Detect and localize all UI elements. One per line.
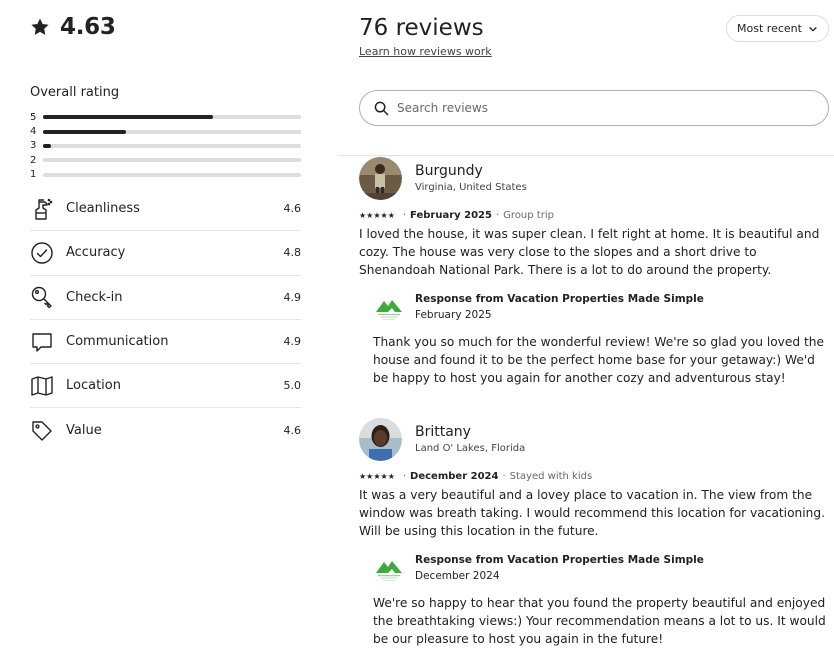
rating-bar-fill [43,143,51,148]
host-response-header: Response from Vacation Properties Made S… [373,293,829,324]
trip-type: Group trip [503,210,554,221]
category-communication: Communication 4.9 [30,320,302,365]
host-response-title: Response from Vacation Properties Made S… [415,554,704,566]
search-reviews-field[interactable] [359,90,829,126]
search-input[interactable] [397,101,797,115]
rating-bar-label: 1 [30,169,37,181]
review-stars: ★★★★★ [359,211,395,220]
rating-bar-row: 4 [30,124,301,138]
sort-dropdown[interactable]: Most recent [726,15,829,42]
star-icon [31,18,49,35]
host-response-date: February 2025 [415,309,492,321]
avatar[interactable] [359,417,402,461]
reviewer-location: Virginia, United States [415,182,527,193]
category-label: Communication [66,334,169,350]
category-label: Value [66,423,102,439]
category-value: 4.6 [283,202,302,216]
host-logo-icon [376,300,402,320]
category-value: 4.9 [283,335,302,349]
review-date: December 2024 [410,471,499,482]
avatar[interactable] [359,156,402,200]
category-accuracy: Accuracy 4.8 [30,231,302,276]
category-value: 5.0 [283,379,302,393]
sort-label: Most recent [737,22,802,35]
review-meta: ★★★★★ · February 2025 · Group trip [359,210,834,221]
chevron-down-icon [809,26,817,31]
host-response-title: Response from Vacation Properties Made S… [415,293,704,305]
review-stars: ★★★★★ [359,472,395,481]
rating-bar-label: 3 [30,140,37,152]
review-item: Burgundy Virginia, United States ★★★★★ ·… [359,156,834,387]
category-cleanliness: Cleanliness 4.6 [30,187,302,232]
review-header: Brittany Land O' Lakes, Florida [359,417,834,461]
host-logo-icon [376,561,402,581]
host-response-header: Response from Vacation Properties Made S… [373,554,829,585]
review-item: Brittany Land O' Lakes, Florida ★★★★★ · … [359,417,834,648]
host-response-text: We're so happy to hear that you found th… [373,596,826,646]
separator-dot: · [402,210,407,221]
rating-distribution: 5 4 3 2 1 [30,110,301,182]
host-response-date: December 2024 [415,570,500,582]
average-rating: 4.63 [30,14,116,40]
reviews-count-title: 76 reviews [359,15,484,41]
rating-bar-row: 2 [30,153,301,167]
category-check-in: Check-in 4.9 [30,276,301,320]
category-label: Location [66,378,121,394]
price-tag-icon [30,419,54,443]
rating-bar-label: 5 [30,111,37,123]
trip-type: Stayed with kids [509,471,593,482]
review-meta: ★★★★★ · December 2024 · Stayed with kids [359,471,834,482]
rating-bar-label: 2 [30,154,37,166]
separator-dot: · [502,471,506,482]
category-value: 4.8 [283,246,302,260]
category-value: Value 4.6 [30,408,301,452]
rating-bar-row: 5 [30,110,301,124]
separator-dot: · [495,210,500,221]
rating-bar-track [43,115,301,120]
reviews-panel: 76 reviews Learn how reviews work Most r… [337,0,834,650]
host-response: Response from Vacation Properties Made S… [373,554,829,648]
rating-bar-track [43,143,301,148]
rating-bar-label: 4 [30,126,37,138]
learn-reviews-link[interactable]: Learn how reviews work [359,45,492,58]
map-icon [30,374,54,398]
review-text: I loved the house, it was super clean. I… [359,227,820,277]
category-label: Cleanliness [66,201,140,217]
search-icon [374,101,389,115]
separator-dot: · [402,471,407,482]
key-icon [30,285,54,309]
review-header: Burgundy Virginia, United States [359,156,834,200]
chat-bubble-icon [30,330,54,354]
category-location: Location 5.0 [30,364,302,409]
overall-rating-title: Overall rating [30,85,120,100]
reviewer-location: Land O' Lakes, Florida [415,443,526,454]
rating-bar-track [43,158,301,163]
spray-bottle-icon [30,197,54,221]
host-response: Response from Vacation Properties Made S… [373,293,829,387]
rating-bar-row: 1 [30,168,301,182]
reviewer-name: Burgundy [415,163,483,179]
review-text: It was a very beautiful and a lovey plac… [359,488,825,538]
review-date: February 2025 [410,210,492,221]
rating-bar-row: 3 [30,139,301,153]
category-ratings: Cleanliness 4.6 Accuracy 4.8 Check-in 4.… [30,187,301,453]
category-label: Accuracy [66,245,126,261]
rating-bar-track [43,172,301,177]
category-label: Check-in [66,289,123,305]
reviewer-name: Brittany [415,424,471,440]
rating-bar-fill [43,129,126,134]
average-rating-value: 4.63 [60,14,116,40]
rating-bar-fill [43,115,214,120]
host-response-text: Thank you so much for the wonderful revi… [373,335,824,385]
category-value: 4.6 [283,424,302,438]
category-value: 4.9 [283,290,302,304]
rating-bar-track [43,129,301,134]
check-circle-icon [30,241,54,265]
